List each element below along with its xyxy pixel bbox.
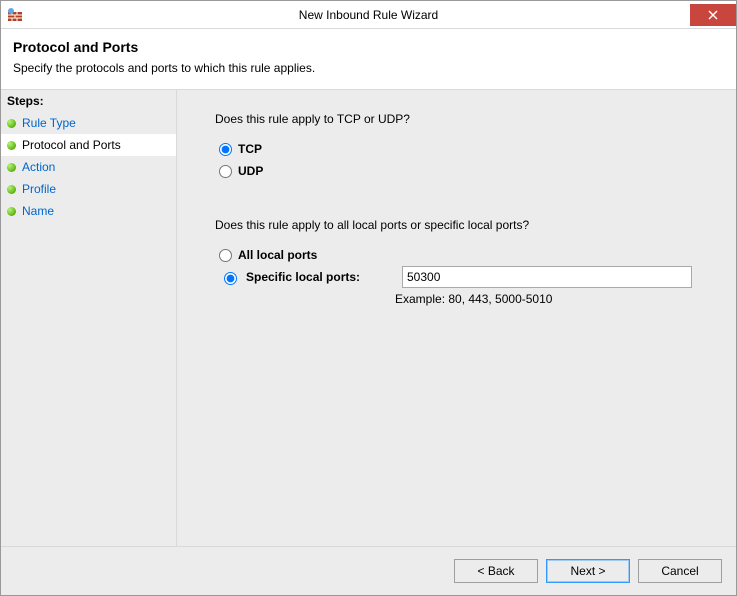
radio-specific-ports[interactable] (224, 272, 237, 285)
radio-row-udp: UDP (219, 160, 710, 182)
radio-udp[interactable] (219, 165, 232, 178)
step-item[interactable]: Profile (1, 178, 176, 200)
step-item[interactable]: Protocol and Ports (1, 134, 176, 156)
radio-row-tcp: TCP (219, 138, 710, 160)
label-all-ports[interactable]: All local ports (238, 248, 317, 262)
back-button[interactable]: < Back (454, 559, 538, 583)
step-item[interactable]: Action (1, 156, 176, 178)
step-label: Protocol and Ports (22, 138, 121, 152)
question-protocol: Does this rule apply to TCP or UDP? (215, 112, 710, 126)
steps-heading: Steps: (1, 90, 176, 112)
step-label: Profile (22, 182, 56, 196)
ports-radio-group: All local ports Specific local ports: Ex… (219, 244, 710, 306)
firewall-icon (7, 7, 23, 23)
next-button[interactable]: Next > (546, 559, 630, 583)
wizard-content: Does this rule apply to TCP or UDP? TCP … (177, 90, 736, 546)
protocol-radio-group: TCP UDP (219, 138, 710, 182)
close-icon (708, 10, 718, 20)
step-item[interactable]: Name (1, 200, 176, 222)
titlebar: New Inbound Rule Wizard (1, 1, 736, 29)
steps-sidebar: Steps: Rule Type Protocol and Ports Action… (1, 90, 177, 546)
page-subtitle: Specify the protocols and ports to which… (13, 61, 724, 75)
label-tcp[interactable]: TCP (238, 142, 262, 156)
step-label: Action (22, 160, 55, 174)
step-label: Name (22, 204, 54, 218)
step-item[interactable]: Rule Type (1, 112, 176, 134)
step-bullet-icon (7, 119, 16, 128)
step-bullet-icon (7, 207, 16, 216)
question-ports: Does this rule apply to all local ports … (215, 218, 710, 232)
radio-all-ports[interactable] (219, 249, 232, 262)
ports-example: Example: 80, 443, 5000-5010 (395, 292, 710, 306)
specific-ports-input[interactable] (402, 266, 692, 288)
step-bullet-icon (7, 185, 16, 194)
label-specific-ports[interactable]: Specific local ports: (246, 270, 396, 284)
step-bullet-icon (7, 163, 16, 172)
step-label: Rule Type (22, 116, 76, 130)
radio-tcp[interactable] (219, 143, 232, 156)
page-title: Protocol and Ports (13, 39, 724, 55)
steps-list: Rule Type Protocol and Ports Action Profile… (1, 112, 176, 222)
close-button[interactable] (690, 4, 736, 26)
window-title: New Inbound Rule Wizard (1, 8, 736, 22)
label-udp[interactable]: UDP (238, 164, 263, 178)
wizard-header: Protocol and Ports Specify the protocols… (1, 29, 736, 90)
radio-row-all-ports: All local ports (219, 244, 710, 266)
wizard-window: New Inbound Rule Wizard Protocol and Por… (0, 0, 737, 596)
radio-row-specific-ports: Specific local ports: (219, 266, 710, 288)
wizard-footer: < Back Next > Cancel (1, 547, 736, 595)
cancel-button[interactable]: Cancel (638, 559, 722, 583)
wizard-body: Steps: Rule Type Protocol and Ports Action… (1, 90, 736, 547)
step-bullet-icon (7, 141, 16, 150)
